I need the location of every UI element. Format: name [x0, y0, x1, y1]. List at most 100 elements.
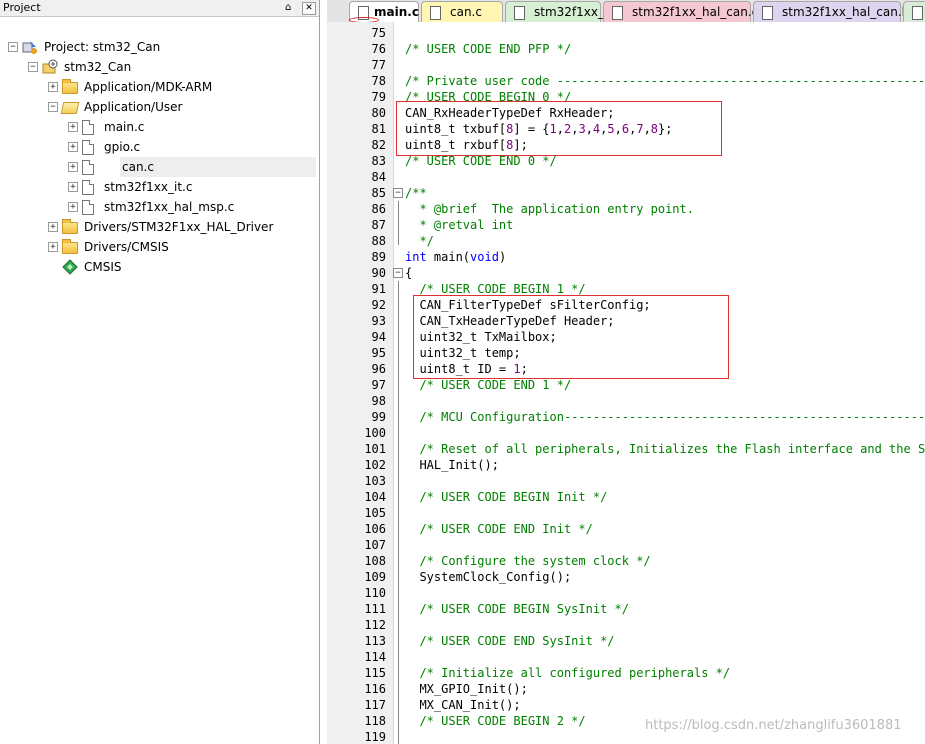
- code-line[interactable]: {: [405, 265, 412, 281]
- tree-item-label: main.c: [104, 120, 145, 134]
- tree-item[interactable]: + gpio.c: [0, 137, 316, 157]
- line-number: 115: [364, 666, 386, 680]
- tree-item[interactable]: CMSIS: [0, 257, 316, 277]
- code-line[interactable]: /* USER CODE BEGIN SysInit */: [405, 601, 629, 617]
- code-line[interactable]: * @brief The application entry point.: [405, 201, 694, 217]
- tree-item-label: Project: stm32_Can: [44, 40, 161, 54]
- collapse-icon[interactable]: −: [8, 42, 18, 52]
- tree-item-label: stm32_Can: [64, 60, 132, 74]
- code-line[interactable]: /* USER CODE END Init */: [405, 521, 592, 537]
- editor-tab-bar: main.c can.c stm32f1xx_it.c stm32f1xx_ha…: [327, 0, 925, 23]
- tree-item[interactable]: + Drivers/CMSIS: [0, 237, 316, 257]
- fold-guide: [398, 281, 399, 744]
- tree-item[interactable]: + Drivers/STM32F1xx_HAL_Driver: [0, 217, 316, 237]
- line-number: 87: [371, 218, 386, 232]
- line-number: 114: [364, 650, 386, 664]
- line-number: 97: [371, 378, 386, 392]
- folder-icon: [62, 219, 78, 234]
- code-line[interactable]: SystemClock_Config();: [405, 569, 571, 585]
- tree-item[interactable]: + Application/MDK-ARM: [0, 77, 316, 97]
- tree-item[interactable]: + main.c: [0, 117, 316, 137]
- expand-icon[interactable]: +: [68, 142, 78, 152]
- folder-icon: [62, 79, 78, 94]
- collapse-icon[interactable]: −: [28, 62, 38, 72]
- line-number: 104: [364, 490, 386, 504]
- tree-item-label: Application/MDK-ARM: [84, 80, 213, 94]
- code-line[interactable]: /* USER CODE BEGIN 2 */: [405, 713, 585, 729]
- tab-overflow[interactable]: [903, 1, 925, 22]
- code-line[interactable]: /* Private user code -------------------…: [405, 73, 925, 89]
- collapse-icon[interactable]: −: [48, 102, 58, 112]
- code-line[interactable]: MX_GPIO_Init();: [405, 681, 527, 697]
- code-line[interactable]: */: [405, 233, 433, 249]
- line-number: 93: [371, 314, 386, 328]
- code-line[interactable]: HAL_Init();: [405, 457, 498, 473]
- expand-icon[interactable]: +: [68, 202, 78, 212]
- code-line[interactable]: /* USER CODE END SysInit */: [405, 633, 614, 649]
- expand-icon[interactable]: +: [48, 222, 58, 232]
- code-line[interactable]: /* Initialize all configured peripherals…: [405, 665, 730, 681]
- tab-stm32f1xx-hal-can-h[interactable]: stm32f1xx_hal_can.h: [753, 1, 909, 22]
- code-line[interactable]: /* USER CODE END PFP */: [405, 41, 571, 57]
- code-line[interactable]: int main(void): [405, 249, 506, 265]
- file-icon: [82, 200, 94, 215]
- code-line[interactable]: /* Reset of all peripherals, Initializes…: [405, 441, 925, 457]
- line-number: 83: [371, 154, 386, 168]
- code-line[interactable]: MX_CAN_Init();: [405, 697, 520, 713]
- file-icon: [912, 6, 923, 20]
- close-icon[interactable]: ✕: [302, 2, 316, 15]
- line-number: 86: [371, 202, 386, 216]
- highlight-box-globals: [396, 101, 722, 156]
- tree-item[interactable]: + can.c: [68, 157, 316, 177]
- line-number: 88: [371, 234, 386, 248]
- tab-stm32f1xx-it-c[interactable]: stm32f1xx_it.c: [505, 1, 622, 22]
- tree-item-label: CMSIS: [84, 260, 122, 274]
- fold-guide: [398, 201, 399, 245]
- line-number: 99: [371, 410, 386, 424]
- expand-icon[interactable]: +: [68, 162, 78, 172]
- tab-label: can.c: [450, 5, 482, 19]
- code-line[interactable]: /* MCU Configuration--------------------…: [405, 409, 925, 425]
- tree-item-label: can.c: [122, 160, 154, 174]
- line-number: 94: [371, 330, 386, 344]
- code-editor[interactable]: 75 76 77 78 79 80 81 82 83 84 85 86 87 88 89 90 91 92 93 94…: [327, 22, 925, 744]
- code-line[interactable]: /* USER CODE END 1 */: [405, 377, 571, 393]
- expand-icon[interactable]: +: [68, 122, 78, 132]
- fold-toggle-icon[interactable]: −: [393, 268, 403, 278]
- tab-label: main.c: [374, 5, 419, 19]
- line-number: 110: [364, 586, 386, 600]
- project-panel-header: Project ⌂ ✕: [0, 0, 319, 17]
- line-number: 108: [364, 554, 386, 568]
- file-icon: [514, 6, 525, 20]
- folder-icon: [62, 239, 78, 254]
- code-line[interactable]: /* USER CODE BEGIN Init */: [405, 489, 607, 505]
- line-number: 96: [371, 362, 386, 376]
- code-line[interactable]: /* Configure the system clock */: [405, 553, 650, 569]
- tree-item[interactable]: − Project: stm32_Can: [0, 37, 316, 57]
- code-line[interactable]: * @retval int: [405, 217, 513, 233]
- tree-item-label: stm32f1xx_hal_msp.c: [104, 200, 235, 214]
- tab-can-c[interactable]: can.c: [421, 1, 503, 22]
- line-number: 80: [371, 106, 386, 120]
- tree-item[interactable]: − Application/User: [0, 97, 316, 117]
- line-number: 112: [364, 618, 386, 632]
- tree-item[interactable]: + stm32f1xx_hal_msp.c: [0, 197, 316, 217]
- tree-item[interactable]: + stm32f1xx_it.c: [0, 177, 316, 197]
- pin-icon[interactable]: ⌂: [285, 0, 291, 16]
- line-number: 78: [371, 74, 386, 88]
- target-icon: [42, 59, 58, 74]
- line-number: 91: [371, 282, 386, 296]
- expand-icon[interactable]: +: [68, 182, 78, 192]
- fold-toggle-icon[interactable]: −: [393, 188, 403, 198]
- expand-icon[interactable]: +: [48, 242, 58, 252]
- code-line[interactable]: /**: [405, 185, 427, 201]
- tree-item[interactable]: − stm32_Can: [0, 57, 316, 77]
- file-icon: [762, 6, 773, 20]
- folder-open-icon: [60, 102, 80, 114]
- tab-label: stm32f1xx_hal_can.h: [782, 5, 910, 19]
- tab-stm32f1xx-hal-can-c[interactable]: stm32f1xx_hal_can.c: [603, 1, 758, 22]
- expand-icon[interactable]: +: [48, 82, 58, 92]
- line-number: 106: [364, 522, 386, 536]
- line-number-gutter: 75 76 77 78 79 80 81 82 83 84 85 86 87 88 89 90 91 92 93 94…: [327, 22, 394, 744]
- line-number: 79: [371, 90, 386, 104]
